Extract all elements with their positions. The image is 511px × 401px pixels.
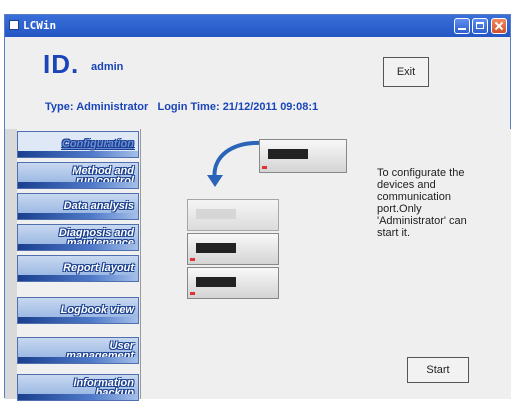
type-label: Type: [45,101,74,113]
nav-swoosh [18,213,138,219]
logo: ID. [43,49,80,79]
device-unit [187,267,279,299]
sidebar-item-diagnosis-maintenance[interactable]: Diagnosis and maintenance [17,224,139,251]
login-time-value: 21/12/2011 09:08:1 [222,101,319,113]
header-panel: ID. admin Type: Administrator Login Time… [5,37,510,129]
start-button[interactable]: Start [407,357,469,383]
window-icon [9,20,19,30]
device-led [262,166,267,169]
close-icon[interactable] [491,18,507,34]
device-single-icon [259,139,347,173]
content-panel: To configurate the devices and communica… [141,129,511,399]
device-stack-icon [187,199,279,301]
sidebar-item-report-layout[interactable]: Report layout [17,255,139,282]
device-unit [187,233,279,265]
exit-button[interactable]: Exit [383,57,429,87]
sidebar: Configuration Method and run control Data… [17,129,141,401]
device-slot [196,209,236,219]
session-info: Type: Administrator Login Time: 21/12/20… [45,101,318,113]
app-window: LCWin ID. admin Type: Administrator Logi… [4,14,511,401]
sidebar-item-user-management[interactable]: User management [17,337,139,364]
nav-swoosh [18,394,138,400]
device-led [190,292,195,295]
sidebar-item-information-backup[interactable]: Information backup [17,374,139,401]
device-slot [196,243,236,253]
nav-swoosh [18,275,138,281]
sidebar-item-configuration[interactable]: Configuration [17,131,139,158]
sidebar-item-label: Logbook view [60,304,134,316]
module-description: To configurate the devices and communica… [377,167,467,239]
nav-swoosh [18,317,138,323]
sidebar-item-label: Data analysis [63,200,134,212]
sidebar-item-data-analysis[interactable]: Data analysis [17,193,139,220]
sidebar-item-label: Report layout [63,262,134,274]
device-slot [268,149,308,159]
page-top-strip [0,0,511,14]
window-title: LCWin [23,19,57,32]
nav-swoosh [18,151,138,157]
maximize-icon[interactable] [472,18,488,34]
title-bar[interactable]: LCWin [5,15,510,37]
device-unit [187,199,279,231]
main-area: Configuration Method and run control Data… [5,129,511,401]
sidebar-item-label: Configuration [61,138,134,150]
device-led [190,258,195,261]
type-value: Administrator [76,101,149,113]
nav-swoosh [18,182,138,188]
sidebar-item-logbook-view[interactable]: Logbook view [17,297,139,324]
nav-swoosh [18,244,138,250]
nav-swoosh [18,357,138,363]
device-slot [196,277,236,287]
username: admin [91,61,124,73]
minimize-icon[interactable] [454,18,470,34]
login-time-label: Login Time: [157,101,220,113]
sidebar-item-method-run-control[interactable]: Method and run control [17,162,139,189]
